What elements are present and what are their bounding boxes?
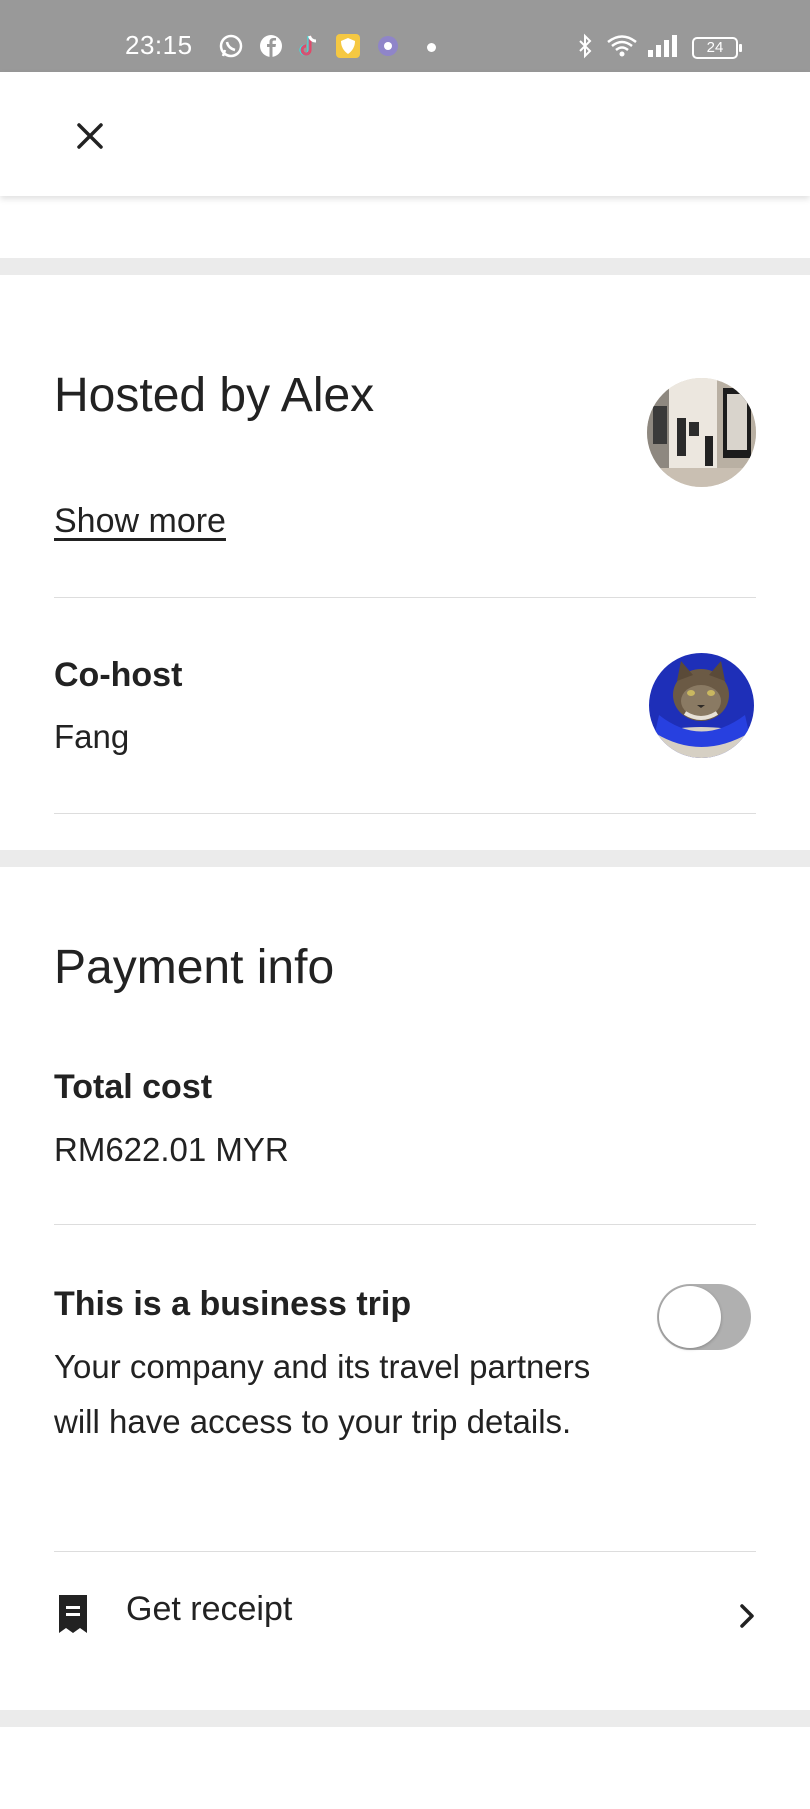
chevron-right-icon [740,1604,754,1628]
gear-app-icon [378,36,398,56]
row-divider [54,597,756,598]
receipt-icon [59,1595,87,1633]
shield-app-icon [336,34,360,58]
facebook-icon [260,35,282,57]
status-bar: 23:15 24 [0,0,810,72]
business-trip-description: Your company and its travel partners wil… [54,1348,591,1440]
whatsapp-icon [219,34,243,58]
get-receipt-label: Get receipt [126,1590,293,1628]
host-title: Hosted by Alex [54,369,375,422]
section-divider [0,850,810,867]
modal-header [0,72,810,196]
show-more-link[interactable]: Show more [54,502,226,541]
business-trip-toggle[interactable] [657,1284,751,1350]
cohost-name: Fang [54,718,130,755]
section-divider [0,258,810,275]
toggle-knob [659,1286,721,1348]
row-divider [54,813,756,814]
notification-dot [427,43,436,52]
wifi-icon [607,35,637,57]
cohost-avatar[interactable] [649,653,754,758]
battery-level: 24 [706,39,724,56]
bluetooth-icon [579,33,592,59]
business-trip-label: This is a business trip [54,1285,412,1323]
tiktok-icon [299,35,317,56]
row-divider [54,1224,756,1225]
get-receipt-row[interactable]: Get receipt [0,1560,810,1670]
battery-icon: 24 [692,37,742,59]
row-divider [54,1551,756,1552]
total-cost-label: Total cost [54,1068,213,1106]
section-divider [0,1710,810,1727]
close-icon[interactable] [70,116,110,156]
signal-icon [648,35,677,57]
payment-title: Payment info [54,941,335,994]
host-avatar[interactable] [647,378,756,487]
total-cost-value: RM622.01 MYR [54,1131,289,1168]
status-time: 23:15 [125,30,193,60]
cohost-label: Co-host [54,656,183,694]
